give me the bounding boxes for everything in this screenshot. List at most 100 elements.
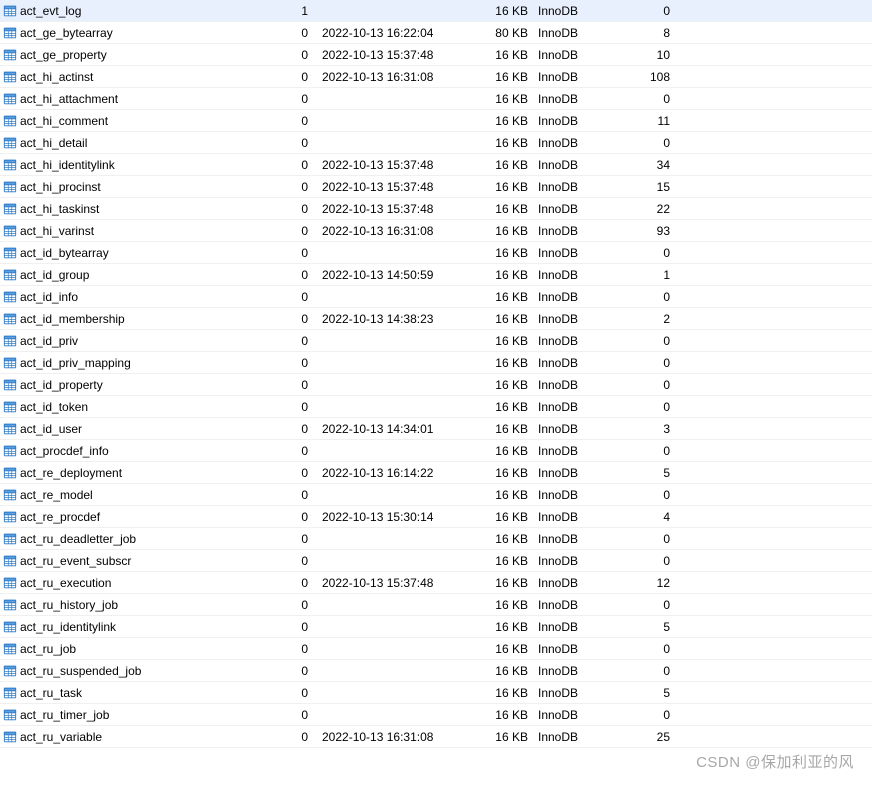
table-count: 0 (278, 202, 318, 216)
table-row[interactable]: act_hi_identitylink 0 2022-10-13 15:37:4… (0, 154, 872, 176)
table-row[interactable]: act_id_membership 0 2022-10-13 14:38:23 … (0, 308, 872, 330)
table-size: 16 KB (468, 180, 538, 194)
table-icon (0, 4, 18, 18)
table-date: 2022-10-13 16:31:08 (318, 224, 468, 238)
table-count: 0 (278, 422, 318, 436)
table-row[interactable]: act_hi_actinst 0 2022-10-13 16:31:08 16 … (0, 66, 872, 88)
table-date: 2022-10-13 16:31:08 (318, 70, 468, 84)
table-engine: InnoDB (538, 334, 608, 348)
table-count: 0 (278, 444, 318, 458)
table-row[interactable]: act_ru_timer_job 0 16 KB InnoDB 0 (0, 704, 872, 726)
table-name: act_ru_history_job (18, 598, 278, 612)
table-name: act_hi_identitylink (18, 158, 278, 172)
table-size: 16 KB (468, 334, 538, 348)
table-row[interactable]: act_ru_execution 0 2022-10-13 15:37:48 1… (0, 572, 872, 594)
table-icon (0, 224, 18, 238)
table-row[interactable]: act_id_priv 0 16 KB InnoDB 0 (0, 330, 872, 352)
table-icon (0, 202, 18, 216)
table-row[interactable]: act_id_token 0 16 KB InnoDB 0 (0, 396, 872, 418)
table-icon (0, 554, 18, 568)
table-row[interactable]: act_ru_variable 0 2022-10-13 16:31:08 16… (0, 726, 872, 748)
table-row[interactable]: act_id_property 0 16 KB InnoDB 0 (0, 374, 872, 396)
table-row[interactable]: act_ru_task 0 16 KB InnoDB 5 (0, 682, 872, 704)
table-engine: InnoDB (538, 620, 608, 634)
table-rows: 0 (608, 378, 678, 392)
table-name: act_re_deployment (18, 466, 278, 480)
table-icon (0, 400, 18, 414)
table-count: 0 (278, 664, 318, 678)
table-count: 0 (278, 466, 318, 480)
table-row[interactable]: act_id_group 0 2022-10-13 14:50:59 16 KB… (0, 264, 872, 286)
table-row[interactable]: act_hi_detail 0 16 KB InnoDB 0 (0, 132, 872, 154)
table-row[interactable]: act_id_user 0 2022-10-13 14:34:01 16 KB … (0, 418, 872, 440)
table-row[interactable]: act_re_deployment 0 2022-10-13 16:14:22 … (0, 462, 872, 484)
table-count: 0 (278, 268, 318, 282)
table-name: act_id_user (18, 422, 278, 436)
table-engine: InnoDB (538, 444, 608, 458)
table-list: act_evt_log 1 16 KB InnoDB 0 act_ge_byte… (0, 0, 872, 748)
table-name: act_id_priv_mapping (18, 356, 278, 370)
table-icon (0, 686, 18, 700)
table-row[interactable]: act_re_model 0 16 KB InnoDB 0 (0, 484, 872, 506)
table-rows: 4 (608, 510, 678, 524)
table-row[interactable]: act_ge_property 0 2022-10-13 15:37:48 16… (0, 44, 872, 66)
table-rows: 0 (608, 488, 678, 502)
table-size: 16 KB (468, 554, 538, 568)
table-name: act_ru_identitylink (18, 620, 278, 634)
table-count: 0 (278, 532, 318, 546)
table-size: 16 KB (468, 422, 538, 436)
table-icon (0, 158, 18, 172)
table-icon (0, 730, 18, 744)
table-engine: InnoDB (538, 356, 608, 370)
table-row[interactable]: act_hi_procinst 0 2022-10-13 15:37:48 16… (0, 176, 872, 198)
table-count: 0 (278, 356, 318, 370)
table-row[interactable]: act_ru_job 0 16 KB InnoDB 0 (0, 638, 872, 660)
table-date: 2022-10-13 16:14:22 (318, 466, 468, 480)
table-row[interactable]: act_hi_varinst 0 2022-10-13 16:31:08 16 … (0, 220, 872, 242)
table-rows: 0 (608, 290, 678, 304)
table-row[interactable]: act_ru_suspended_job 0 16 KB InnoDB 0 (0, 660, 872, 682)
table-size: 16 KB (468, 510, 538, 524)
table-size: 16 KB (468, 290, 538, 304)
table-row[interactable]: act_ru_deadletter_job 0 16 KB InnoDB 0 (0, 528, 872, 550)
table-icon (0, 708, 18, 722)
table-engine: InnoDB (538, 180, 608, 194)
table-engine: InnoDB (538, 730, 608, 744)
table-date: 2022-10-13 15:37:48 (318, 202, 468, 216)
table-size: 16 KB (468, 224, 538, 238)
table-name: act_id_info (18, 290, 278, 304)
table-count: 0 (278, 92, 318, 106)
table-rows: 0 (608, 4, 678, 18)
table-row[interactable]: act_procdef_info 0 16 KB InnoDB 0 (0, 440, 872, 462)
table-name: act_re_procdef (18, 510, 278, 524)
table-count: 0 (278, 26, 318, 40)
table-date: 2022-10-13 14:34:01 (318, 422, 468, 436)
table-date: 2022-10-13 15:37:48 (318, 48, 468, 62)
table-rows: 0 (608, 92, 678, 106)
table-row[interactable]: act_hi_comment 0 16 KB InnoDB 11 (0, 110, 872, 132)
table-row[interactable]: act_id_priv_mapping 0 16 KB InnoDB 0 (0, 352, 872, 374)
table-row[interactable]: act_hi_taskinst 0 2022-10-13 15:37:48 16… (0, 198, 872, 220)
table-size: 16 KB (468, 70, 538, 84)
table-row[interactable]: act_hi_attachment 0 16 KB InnoDB 0 (0, 88, 872, 110)
table-row[interactable]: act_ru_history_job 0 16 KB InnoDB 0 (0, 594, 872, 616)
table-engine: InnoDB (538, 26, 608, 40)
table-icon (0, 268, 18, 282)
table-name: act_hi_comment (18, 114, 278, 128)
table-date: 2022-10-13 15:37:48 (318, 576, 468, 590)
table-size: 16 KB (468, 620, 538, 634)
table-row[interactable]: act_ru_event_subscr 0 16 KB InnoDB 0 (0, 550, 872, 572)
table-name: act_id_group (18, 268, 278, 282)
table-size: 16 KB (468, 48, 538, 62)
table-rows: 10 (608, 48, 678, 62)
table-row[interactable]: act_ge_bytearray 0 2022-10-13 16:22:04 8… (0, 22, 872, 44)
table-row[interactable]: act_ru_identitylink 0 16 KB InnoDB 5 (0, 616, 872, 638)
table-size: 16 KB (468, 576, 538, 590)
table-row[interactable]: act_id_bytearray 0 16 KB InnoDB 0 (0, 242, 872, 264)
table-engine: InnoDB (538, 664, 608, 678)
table-row[interactable]: act_id_info 0 16 KB InnoDB 0 (0, 286, 872, 308)
table-count: 0 (278, 510, 318, 524)
table-rows: 0 (608, 444, 678, 458)
table-row[interactable]: act_re_procdef 0 2022-10-13 15:30:14 16 … (0, 506, 872, 528)
table-row[interactable]: act_evt_log 1 16 KB InnoDB 0 (0, 0, 872, 22)
